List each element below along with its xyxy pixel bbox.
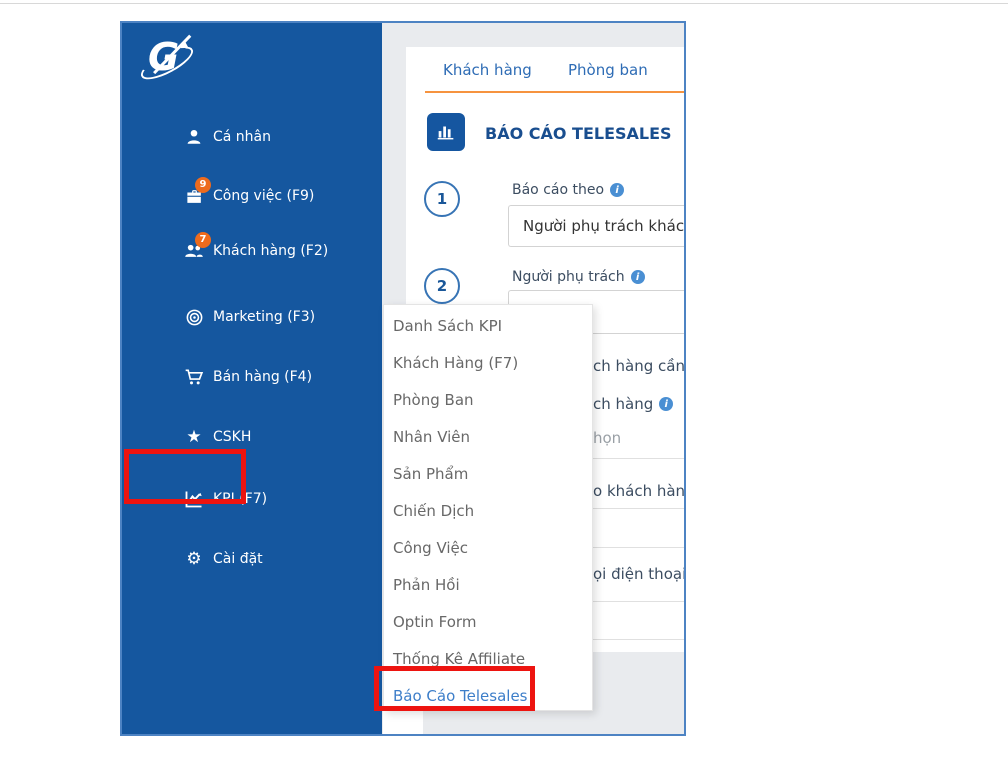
sidebar-item-khach-hang[interactable]: 7 Khách hàng (F2) <box>184 232 329 263</box>
bao-cao-theo-select[interactable]: Người phụ trách khách <box>508 205 684 247</box>
sidebar-item-label: Khách hàng (F2) <box>213 243 329 259</box>
occluded-input[interactable] <box>593 601 684 640</box>
menu-item-phong-ban[interactable]: Phòng Ban <box>384 381 592 418</box>
sidebar-item-cskh[interactable]: ★ CSKH <box>184 425 251 449</box>
menu-item-danh-sach-kpi[interactable]: Danh Sách KPI <box>384 307 592 344</box>
occluded-label-fragment: ọi điện thoại <box>593 565 686 583</box>
field-label-text: Báo cáo theo <box>512 182 605 198</box>
info-icon[interactable]: i <box>659 397 674 411</box>
briefcase-icon: 9 <box>184 177 211 206</box>
sidebar-item-label: Bán hàng (F4) <box>213 369 313 385</box>
sidebar: G Cá nhân 9 Công việc (F9) 7 Khách hàng … <box>122 23 382 734</box>
sidebar-item-label: CSKH <box>213 429 252 445</box>
sidebar-item-label: Cài đặt <box>213 551 263 567</box>
bar-chart-icon <box>427 113 465 151</box>
cart-icon <box>184 367 204 387</box>
occluded-label-fragment: ch hàng i <box>593 395 674 413</box>
menu-item-khach-hang-f7[interactable]: Khách Hàng (F7) <box>384 344 592 381</box>
page-top-divider <box>0 3 1008 4</box>
menu-item-nhan-vien[interactable]: Nhân Viên <box>384 418 592 455</box>
menu-item-chien-dich[interactable]: Chiến Dịch <box>384 492 592 529</box>
occluded-label-text: ch hàng <box>593 395 654 413</box>
sidebar-item-cong-viec[interactable]: 9 Công việc (F9) <box>184 177 315 208</box>
step-2-circle: 2 <box>424 268 460 304</box>
star-icon: ★ <box>186 427 202 447</box>
sidebar-item-kpi[interactable]: KPI (F7) <box>184 487 267 511</box>
input-border-line <box>593 458 684 459</box>
page-title: BÁO CÁO TELESALES <box>485 124 672 143</box>
occluded-placeholder-fragment: họn <box>593 429 622 447</box>
tab-phong-ban[interactable]: Phòng ban <box>568 61 648 79</box>
users-icon: 7 <box>184 232 211 261</box>
kpi-flyout-menu: Danh Sách KPI Khách Hàng (F7) Phòng Ban … <box>383 304 593 711</box>
field-label-text: Người phụ trách <box>512 269 625 285</box>
sidebar-item-label: Marketing (F3) <box>213 309 316 325</box>
menu-item-optin-form[interactable]: Optin Form <box>384 603 592 640</box>
target-icon <box>184 307 204 327</box>
gear-icon: ⚙ <box>186 549 202 569</box>
menu-item-thong-ke-affiliate[interactable]: Thống Kê Affiliate <box>384 640 592 677</box>
sidebar-item-cai-dat[interactable]: ⚙ Cài đặt <box>184 547 263 571</box>
tab-underline <box>425 91 684 93</box>
sidebar-item-marketing[interactable]: Marketing (F3) <box>184 305 315 329</box>
menu-item-phan-hoi[interactable]: Phản Hồi <box>384 566 592 603</box>
user-icon <box>184 127 204 147</box>
step-2-number: 2 <box>436 277 448 295</box>
chart-line-icon <box>184 489 204 509</box>
occluded-label-fragment: ch hàng cần <box>593 357 685 375</box>
screenshot-page: G Cá nhân 9 Công việc (F9) 7 Khách hàng … <box>0 0 1008 761</box>
occluded-label-fragment: o khách hàn <box>593 482 686 500</box>
notification-badge: 7 <box>195 232 211 248</box>
field-label-nguoi-phu-trach: Người phụ trách i <box>512 269 645 285</box>
sidebar-item-label: Công việc (F9) <box>213 188 315 204</box>
tab-khach-hang[interactable]: Khách hàng <box>443 61 532 79</box>
sidebar-item-ca-nhan[interactable]: Cá nhân <box>184 125 271 149</box>
notification-badge: 9 <box>195 177 211 193</box>
sidebar-item-label: KPI (F7) <box>213 491 268 507</box>
field-label-bao-cao-theo: Báo cáo theo i <box>512 182 625 198</box>
step-1-circle: 1 <box>424 181 460 217</box>
app-logo[interactable]: G <box>136 31 204 86</box>
occluded-input[interactable] <box>593 508 684 548</box>
menu-item-san-pham[interactable]: Sản Phẩm <box>384 455 592 492</box>
menu-item-bao-cao-telesales[interactable]: Báo Cáo Telesales <box>384 677 592 714</box>
step-1-number: 1 <box>436 190 448 208</box>
sidebar-item-label: Cá nhân <box>213 129 272 145</box>
info-icon[interactable]: i <box>630 270 645 284</box>
menu-item-cong-viec[interactable]: Công Việc <box>384 529 592 566</box>
info-icon[interactable]: i <box>610 183 625 197</box>
sidebar-item-ban-hang[interactable]: Bán hàng (F4) <box>184 365 312 389</box>
